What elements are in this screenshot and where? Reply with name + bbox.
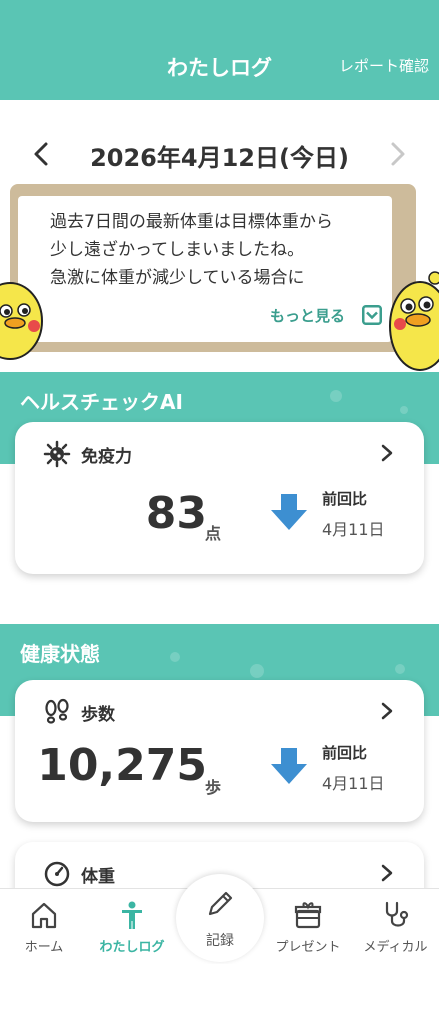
decoration (400, 406, 408, 414)
nav-label: わたしログ (99, 940, 165, 955)
compare-label: 前回比 (322, 490, 368, 508)
show-more-link[interactable]: もっと見る (270, 305, 345, 326)
nav-item-watashi-log[interactable]: わたしログ (88, 889, 176, 965)
compare-label: 前回比 (322, 744, 368, 762)
section-title: ヘルスチェックAI (20, 390, 183, 414)
chevron-right-icon[interactable] (385, 140, 409, 168)
stethoscope-icon (385, 901, 408, 927)
chevron-right-icon[interactable] (378, 862, 396, 884)
nav-label: ホーム (24, 940, 64, 955)
expand-down-icon[interactable] (362, 305, 382, 325)
immunity-card[interactable]: 免疫力 83 点 前回比 4月11日 (15, 422, 424, 574)
advice-line: 急激に体重が減少している場合に (50, 268, 305, 288)
app-header: わたしログ レポート確認 (0, 0, 439, 100)
steps-unit: 歩 (205, 778, 222, 797)
current-date: 2026年4月12日(今日) (90, 144, 349, 172)
person-icon (122, 901, 142, 929)
pencil-icon (208, 891, 233, 916)
card-title: 歩数 (81, 705, 115, 725)
chevron-right-icon[interactable] (378, 442, 396, 464)
report-link[interactable]: レポート確認 (339, 55, 429, 76)
record-button[interactable]: 記録 (176, 874, 264, 962)
decoration (395, 664, 405, 674)
gauge-icon (44, 861, 70, 887)
virus-icon (43, 440, 71, 468)
score-unit: 点 (205, 524, 222, 543)
advice-line: 過去7日間の最新体重は目標体重から (50, 212, 333, 232)
advice-message: 過去7日間の最新体重は目標体重から 少し遠ざかってしまいましたね。 急激に体重が… (50, 208, 390, 292)
card-title: 免疫力 (81, 447, 132, 467)
mascot-character-icon (389, 271, 439, 371)
steps-card[interactable]: 歩数 10,275 歩 前回比 4月11日 (15, 680, 424, 822)
footprints-icon (45, 698, 69, 724)
nav-item-medical[interactable]: メディカル (352, 889, 439, 965)
section-title: 健康状態 (20, 642, 100, 666)
home-icon (31, 902, 57, 929)
immunity-score: 83 (145, 488, 207, 539)
mascot-character-icon (0, 282, 43, 360)
chevron-right-icon[interactable] (378, 700, 396, 722)
advice-line: 少し遠ざかってしまいましたね。 (50, 240, 305, 260)
nav-item-present[interactable]: プレゼント (264, 889, 352, 965)
arrow-down-icon (271, 494, 307, 530)
steps-count: 10,275 (37, 740, 207, 791)
blank-area (0, 964, 439, 1024)
nav-label: メディカル (363, 940, 428, 955)
arrow-down-icon (271, 748, 307, 784)
compare-date: 4月11日 (322, 520, 385, 539)
nav-label: プレゼント (275, 940, 341, 955)
nav-item-home[interactable]: ホーム (0, 889, 88, 965)
decoration (170, 652, 180, 662)
decoration (250, 664, 264, 678)
decoration (330, 390, 342, 402)
gift-icon (294, 902, 322, 929)
card-title: 体重 (81, 867, 115, 887)
nav-label: 記録 (206, 933, 234, 949)
compare-date: 4月11日 (322, 774, 385, 793)
